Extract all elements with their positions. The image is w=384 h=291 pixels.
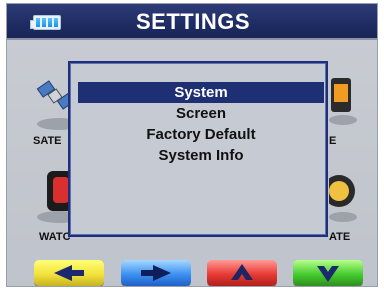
menu-item-factory-default[interactable]: Factory Default	[78, 124, 324, 145]
arrow-left-icon	[54, 265, 84, 281]
nav-left-button[interactable]	[34, 260, 104, 286]
tools-icon	[329, 78, 357, 125]
menu-item-screen[interactable]: Screen	[78, 103, 324, 124]
menu-item-system-info[interactable]: System Info	[78, 145, 324, 166]
menu-item-label: Screen	[175, 105, 227, 122]
satellite-label: SATE	[33, 135, 62, 147]
update-label: ATE	[329, 231, 351, 243]
watch-label: WATC	[39, 231, 71, 243]
menu-item-label: System	[174, 84, 228, 101]
menu-item-label: System Info	[158, 147, 244, 164]
menu-item-label: Factory Default	[146, 126, 256, 143]
menu-item-system[interactable]: System	[78, 82, 324, 103]
nav-up-button[interactable]	[207, 260, 277, 286]
nav-down-button[interactable]	[293, 260, 363, 286]
arrow-up-icon	[231, 264, 253, 280]
settings-dialog: System Screen Factory Default System Inf…	[68, 61, 328, 237]
nav-right-button[interactable]	[121, 260, 191, 286]
arrow-down-icon	[317, 266, 339, 282]
tools-label: E	[329, 135, 337, 147]
speedometer-icon	[329, 175, 357, 222]
page-title: SETTINGS	[135, 9, 250, 34]
arrow-right-icon	[141, 265, 171, 281]
header-bar: SETTINGS	[7, 4, 377, 40]
settings-screen: SETTINGS SATE E WATC ATE System Screen F…	[6, 3, 378, 287]
settings-menu: System Screen Factory Default System Inf…	[78, 82, 324, 166]
